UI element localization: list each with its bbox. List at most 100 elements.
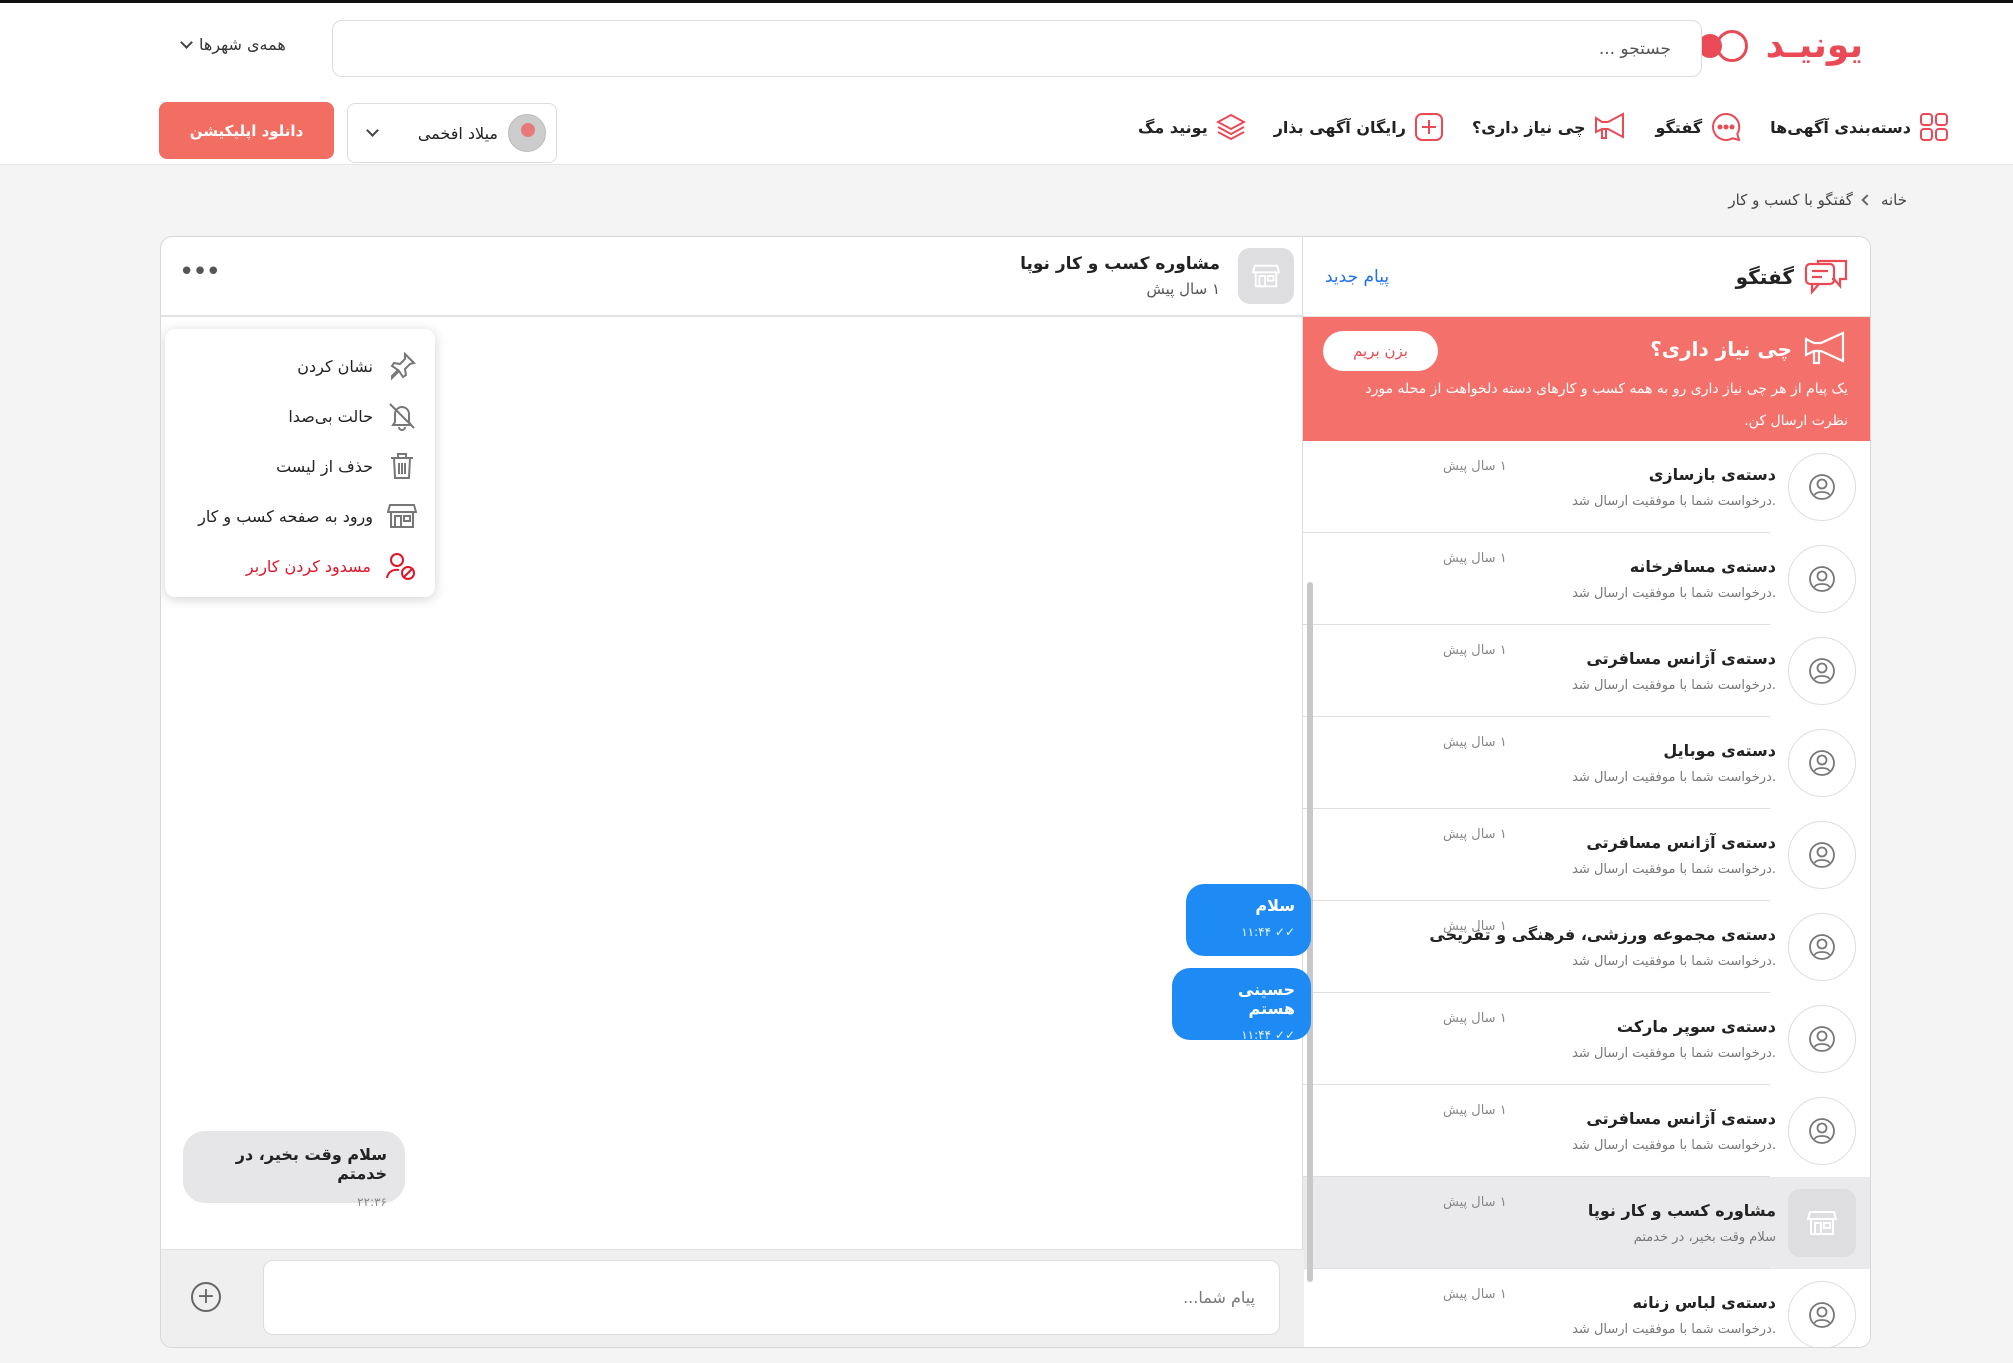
menu-item-open-business[interactable]: ورود به صفحه کسب و کار <box>183 491 417 541</box>
download-app-button[interactable]: دانلود اپلیکیشن <box>159 102 334 159</box>
search-box <box>332 20 1702 77</box>
message-incoming[interactable]: سلام وقت بخیر، در خدمتم ۲۲:۳۶ <box>183 1131 405 1209</box>
conversation-last-message: سلام وقت بخیر، در خدمتم <box>1633 1230 1776 1245</box>
user-placeholder-icon <box>1788 1005 1856 1073</box>
promo-text: یک پیام از هر چی نیاز داری رو به همه کسب… <box>1365 381 1848 429</box>
conversation-name: مشاوره کسب و کار نوپا <box>1587 1201 1776 1220</box>
breadcrumb: خانه گفتگو با کسب و کار <box>1728 191 1907 209</box>
message-composer: + <box>161 1249 1304 1347</box>
user-placeholder-icon <box>1788 637 1856 705</box>
conversation-name: دسته‌ی آژانس مسافرتی <box>1586 1109 1776 1128</box>
conversation-item[interactable]: دسته‌ی مجموعه ورزشی، فرهنگی و تفریحی .درخ… <box>1303 901 1870 993</box>
menu-item-label: حذف از لیست <box>276 456 373 476</box>
conversation-time: ۱ سال پیش <box>1443 1103 1507 1118</box>
conversation-time: ۱ سال پیش <box>1443 459 1507 474</box>
conversation-time: ۱ سال پیش <box>1443 1287 1507 1302</box>
double-check-icon: ✓✓ <box>1274 1028 1295 1042</box>
conversation-time: ۱ سال پیش <box>1443 643 1507 658</box>
user-placeholder-icon <box>1788 821 1856 889</box>
nav-needs[interactable]: چی نیاز داری؟ <box>1472 112 1627 142</box>
site-header: یونیـد همه‌ی شهرها دسته‌بندی آگهی‌ها گفت… <box>0 3 2013 165</box>
conversation-item-active[interactable]: مشاوره کسب و کار نوپا سلام وقت بخیر، در خ… <box>1303 1177 1870 1269</box>
list-title: گفتگو <box>1736 258 1848 296</box>
needs-promo-banner: چی نیاز داری؟ یک پیام از هر چی نیاز داری… <box>1303 317 1870 441</box>
chat-panel: گفتگو پیام جدید چی نیاز داری؟ یک پیام از… <box>160 236 1871 1348</box>
user-menu[interactable]: میلاد افخمی <box>347 103 557 163</box>
message-outgoing[interactable]: حسینی هستم ✓✓ ۱۱:۴۴ <box>1172 968 1311 1042</box>
chat-subtitle: ۱ سال پیش <box>1146 280 1220 298</box>
chat-title-block: مشاوره کسب و کار نوپا ۱ سال پیش <box>1020 254 1220 298</box>
nav-post-ad[interactable]: رایگان آگهی بذار <box>1274 112 1444 142</box>
menu-item-block-user[interactable]: مسدود کردن کاربر <box>183 541 417 591</box>
conversation-last-message: .درخواست شما با موفقیت ارسال شد <box>1572 1322 1776 1337</box>
conversation-item[interactable]: دسته‌ی مسافرخانه .درخواست شما با موفقیت ا… <box>1303 533 1870 625</box>
menu-item-label: مسدود کردن کاربر <box>245 556 371 576</box>
chevron-left-icon <box>1861 194 1873 206</box>
message-time-label: ۱۱:۴۴ <box>1241 925 1272 939</box>
menu-item-delete[interactable]: حذف از لیست <box>183 441 417 491</box>
chat-title: مشاوره کسب و کار نوپا <box>1020 254 1220 274</box>
conversation-name: دسته‌ی سوپر مارکت <box>1616 1017 1776 1036</box>
nav-post-ad-label: رایگان آگهی بذار <box>1273 117 1406 137</box>
menu-item-label: حالت بی‌صدا <box>288 406 373 426</box>
conversation-items: دسته‌ی بازسازی .درخواست شما با موفقیت ارس… <box>1303 441 1870 1347</box>
breadcrumb-current: گفتگو با کسب و کار <box>1728 191 1853 209</box>
conversation-item[interactable]: دسته‌ی بازسازی .درخواست شما با موفقیت ارس… <box>1303 441 1870 533</box>
menu-item-label: نشان کردن <box>297 356 373 376</box>
chat-options-menu: نشان کردن حالت بی‌صدا حذف از لیست ورود ب… <box>165 329 435 597</box>
logo-mark-icon <box>1697 26 1758 66</box>
conversation-last-message: .درخواست شما با موفقیت ارسال شد <box>1572 1046 1776 1061</box>
site-logo[interactable]: یونیـد <box>1697 25 1863 66</box>
megaphone-icon <box>1593 112 1627 142</box>
user-placeholder-icon <box>1788 1097 1856 1165</box>
city-selector[interactable]: همه‌ی شهرها <box>180 35 286 54</box>
conversation-item[interactable]: دسته‌ی لباس زنانه .درخواست شما با موفقیت … <box>1303 1269 1870 1347</box>
message-outgoing[interactable]: سلام ✓✓ ۱۱:۴۴ <box>1186 884 1311 956</box>
user-placeholder-icon <box>1788 453 1856 521</box>
main-nav: دسته‌بندی آگهی‌ها گفتگو چی نیاز داری؟ را… <box>1138 111 1949 143</box>
more-options-icon[interactable]: ••• <box>179 259 221 285</box>
plus-square-icon <box>1414 112 1444 142</box>
avatar <box>508 114 546 152</box>
nav-chat[interactable]: گفتگو <box>1655 111 1742 143</box>
nav-categories[interactable]: دسته‌بندی آگهی‌ها <box>1770 112 1949 142</box>
chat-messages-area: نشان کردن حالت بی‌صدا حذف از لیست ورود ب… <box>161 317 1311 1247</box>
message-time: ۲۲:۳۶ <box>357 1195 387 1209</box>
conversation-last-message: .درخواست شما با موفقیت ارسال شد <box>1572 678 1776 693</box>
block-user-icon <box>385 551 417 581</box>
menu-item-pin[interactable]: نشان کردن <box>183 341 417 391</box>
conversation-item[interactable]: دسته‌ی سوپر مارکت .درخواست شما با موفقیت … <box>1303 993 1870 1085</box>
promo-go-button[interactable]: بزن بریم <box>1323 331 1438 371</box>
user-placeholder-icon <box>1788 545 1856 613</box>
conversation-last-message: .درخواست شما با موفقیت ارسال شد <box>1572 862 1776 877</box>
double-check-icon: ✓✓ <box>1274 925 1295 939</box>
list-title-label: گفتگو <box>1735 264 1794 289</box>
shop-icon <box>1238 248 1294 304</box>
nav-categories-label: دسته‌بندی آگهی‌ها <box>1770 117 1911 137</box>
conversation-name: دسته‌ی مجموعه ورزشی، فرهنگی و تفریحی <box>1429 925 1776 944</box>
user-placeholder-icon <box>1788 1281 1856 1347</box>
breadcrumb-home[interactable]: خانه <box>1881 191 1907 209</box>
conversation-item[interactable]: دسته‌ی آژانس مسافرتی .درخواست شما با موفق… <box>1303 625 1870 717</box>
nav-needs-label: چی نیاز داری؟ <box>1472 117 1586 137</box>
layers-icon <box>1215 112 1246 142</box>
conversation-item[interactable]: دسته‌ی آژانس مسافرتی .درخواست شما با موفق… <box>1303 1085 1870 1177</box>
new-message-link[interactable]: پیام جدید <box>1325 267 1389 287</box>
add-attachment-icon[interactable]: + <box>191 1282 221 1312</box>
message-time: ✓✓ ۱۱:۴۴ <box>1188 1028 1295 1042</box>
menu-item-mute[interactable]: حالت بی‌صدا <box>183 391 417 441</box>
conversation-name: دسته‌ی مسافرخانه <box>1629 557 1776 576</box>
conversation-last-message: .درخواست شما با موفقیت ارسال شد <box>1572 494 1776 509</box>
conversation-item[interactable]: دسته‌ی آژانس مسافرتی .درخواست شما با موفق… <box>1303 809 1870 901</box>
shop-icon <box>387 501 417 531</box>
list-header: گفتگو پیام جدید <box>1303 237 1870 317</box>
nav-mag[interactable]: یونید مگ <box>1138 112 1246 142</box>
chat-bubbles-icon <box>1804 258 1848 296</box>
conversation-last-message: .درخواست شما با موفقیت ارسال شد <box>1572 770 1776 785</box>
message-input[interactable] <box>263 1260 1280 1335</box>
conversation-time: ۱ سال پیش <box>1443 1195 1507 1210</box>
message-text: سلام وقت بخیر، در خدمتم <box>235 1145 387 1183</box>
search-input[interactable] <box>333 21 1701 76</box>
conversation-item[interactable]: دسته‌ی موبایل .درخواست شما با موفقیت ارسا… <box>1303 717 1870 809</box>
conversation-time: ۱ سال پیش <box>1443 551 1507 566</box>
